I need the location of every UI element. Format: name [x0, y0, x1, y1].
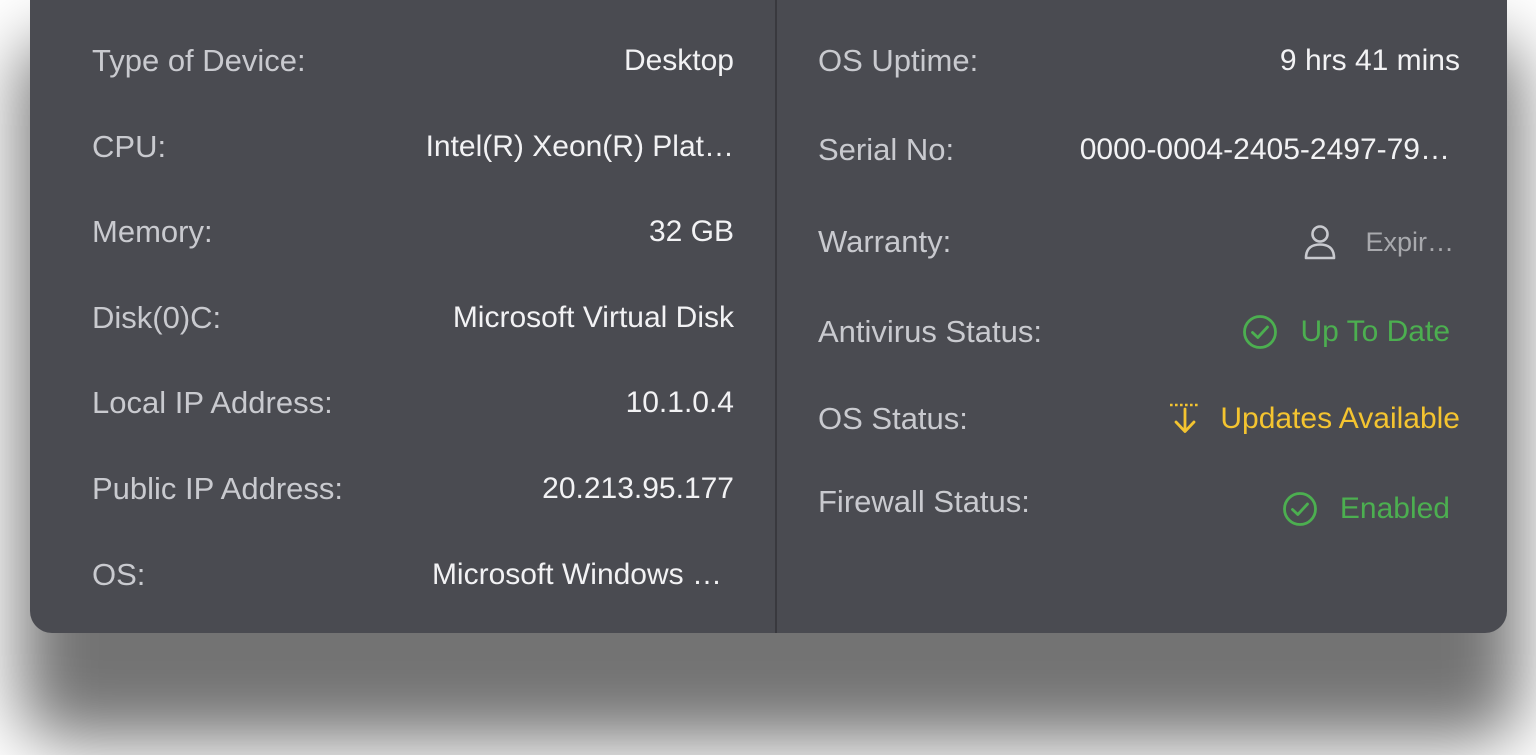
public-ip-label: Public IP Address: — [92, 471, 344, 506]
type-of-device-value: Desktop — [623, 44, 734, 77]
disk-value: Microsoft Virtual Disk — [452, 301, 734, 334]
warranty-value: Expir… — [1365, 226, 1454, 257]
row-antivirus-status: Antivirus Status: Up To Date — [818, 312, 1460, 352]
row-os-status: OS Status: Updates Available — [818, 399, 1460, 439]
check-circle-icon — [1242, 314, 1278, 350]
warranty-label: Warranty: — [818, 224, 952, 259]
row-os-uptime: OS Uptime: 9 hrs 41 mins — [818, 41, 1460, 81]
row-serial-no: Serial No: 0000-0004-2405-2497-79… — [818, 130, 1460, 170]
user-icon — [1303, 224, 1337, 260]
memory-label: Memory: — [92, 214, 213, 249]
device-info-card: Type of Device: Desktop CPU: Intel(R) Xe… — [30, 0, 1507, 633]
memory-value: 32 GB — [648, 215, 734, 248]
local-ip-value: 10.1.0.4 — [625, 386, 734, 419]
os-label: OS: — [92, 557, 146, 592]
row-local-ip: Local IP Address: 10.1.0.4 — [92, 383, 734, 423]
row-firewall-status: Firewall Status: Enabled — [818, 482, 1460, 526]
antivirus-status-label: Antivirus Status: — [818, 314, 1042, 349]
check-circle-icon — [1282, 491, 1318, 527]
row-warranty: Warranty: Expir… — [818, 222, 1460, 262]
row-type-of-device: Type of Device: Desktop — [92, 41, 734, 81]
serial-no-label: Serial No: — [818, 132, 955, 167]
os-uptime-value: 9 hrs 41 mins — [1279, 44, 1460, 77]
row-os: OS: Microsoft Windows … — [92, 555, 734, 595]
cpu-value: Intel(R) Xeon(R) Plat… — [425, 130, 734, 163]
os-status-label: OS Status: — [818, 401, 968, 436]
row-cpu: CPU: Intel(R) Xeon(R) Plat… — [92, 127, 734, 167]
firewall-status-value: Enabled — [1282, 491, 1450, 527]
disk-label: Disk(0)C: — [92, 300, 222, 335]
cpu-label: CPU: — [92, 129, 167, 164]
row-disk: Disk(0)C: Microsoft Virtual Disk — [92, 298, 734, 338]
local-ip-label: Local IP Address: — [92, 385, 333, 420]
firewall-status-label: Firewall Status: — [818, 484, 1030, 519]
firewall-status-text: Enabled — [1339, 492, 1450, 525]
row-memory: Memory: 32 GB — [92, 212, 734, 252]
warranty-status[interactable]: Expir… — [1303, 224, 1454, 260]
os-status-value: Updates Available — [1168, 401, 1460, 437]
os-uptime-label: OS Uptime: — [818, 43, 979, 78]
download-arrow-icon — [1168, 401, 1202, 437]
antivirus-status-text: Up To Date — [1300, 315, 1450, 348]
row-public-ip: Public IP Address: 20.213.95.177 — [92, 469, 734, 509]
column-divider — [775, 0, 777, 633]
antivirus-status-value: Up To Date — [1242, 314, 1450, 350]
public-ip-value: 20.213.95.177 — [542, 472, 734, 505]
os-status-text: Updates Available — [1220, 402, 1460, 435]
serial-no-value: 0000-0004-2405-2497-79… — [1079, 133, 1450, 166]
os-value: Microsoft Windows … — [431, 558, 722, 591]
type-of-device-label: Type of Device: — [92, 43, 306, 78]
